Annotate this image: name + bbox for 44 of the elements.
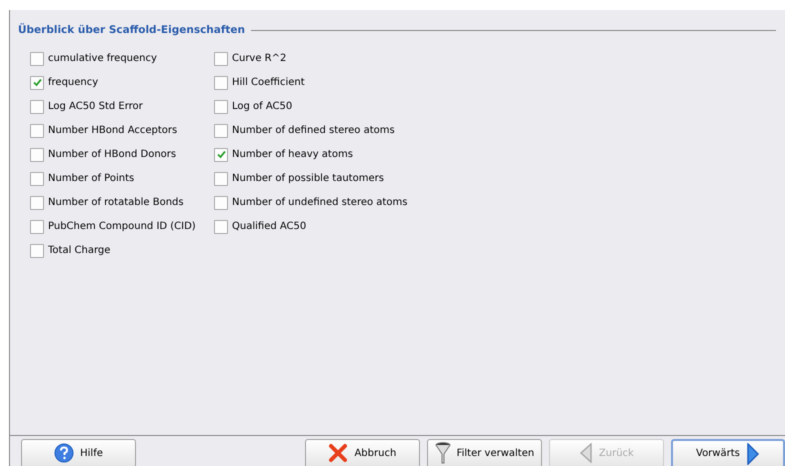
checkbox-option[interactable]: Number of possible tautomers [214,170,444,187]
checkbox[interactable] [214,124,228,138]
checkbox-option[interactable]: Log AC50 Std Error [30,98,206,115]
filter-button[interactable]: Filter verwalten [426,439,542,466]
checkbox[interactable] [214,172,228,186]
checkbox-option[interactable]: PubChem Compound ID (CID) [30,218,206,235]
checkbox-option[interactable]: cumulative frequency [30,50,206,67]
checkbox[interactable] [30,172,44,186]
checkbox-option[interactable]: Hill Coefficient [214,74,444,91]
checkbox[interactable] [30,220,44,234]
checkbox[interactable] [30,76,44,90]
checkbox[interactable] [214,220,228,234]
checkbox[interactable] [214,100,228,114]
checkbox-option[interactable]: Number of undefined stereo atoms [214,194,444,211]
checkbox-option[interactable]: Number of heavy atoms [214,146,444,163]
cancel-button[interactable]: Abbruch [304,439,420,466]
help-button[interactable]: Hilfe [21,439,136,466]
checkbox[interactable] [30,124,44,138]
checkbox[interactable] [30,52,44,66]
checkbox-option[interactable]: Number of defined stereo atoms [214,122,444,139]
next-button[interactable]: Vorwärts [670,439,785,466]
checkbox-option[interactable]: Number of rotatable Bonds [30,194,206,211]
right-arrow-icon [746,442,760,464]
checkbox-option[interactable]: Curve R^2 [214,50,444,67]
checkbox[interactable] [214,196,228,210]
checkbox-option[interactable]: Log of AC50 [214,98,444,115]
checkbox[interactable] [30,244,44,258]
checkbox-option[interactable]: Total Charge [30,242,206,259]
funnel-icon [434,442,451,464]
checkbox[interactable] [214,148,228,162]
section-title: Überblick über Scaffold-Eigenschaften [18,24,246,36]
left-arrow-icon [578,443,593,463]
checkbox-option[interactable]: frequency [30,74,206,91]
checkbox-option[interactable]: Qualified AC50 [214,218,444,235]
close-icon [328,443,348,463]
checkbox[interactable] [30,196,44,210]
checkbox-option[interactable]: Number HBond Acceptors [30,122,206,139]
checkbox[interactable] [30,148,44,162]
help-icon [54,443,74,463]
checkbox[interactable] [214,76,228,90]
checkbox[interactable] [30,100,44,114]
checkbox-option[interactable]: Number of HBond Donors [30,146,206,163]
checkbox[interactable] [214,52,228,66]
checkbox-option[interactable]: Number of Points [30,170,206,187]
